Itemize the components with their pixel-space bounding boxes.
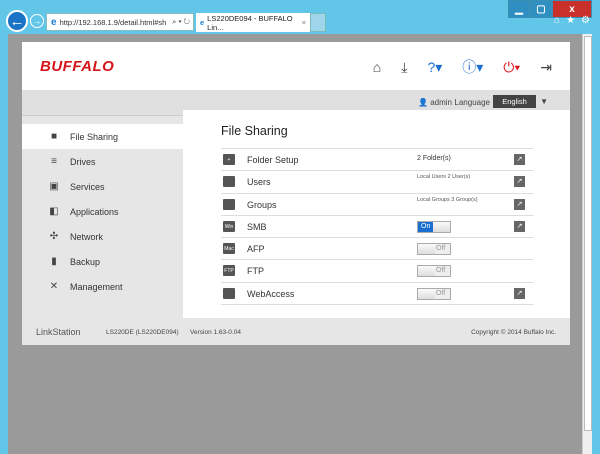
viewport: BUFFALO ⌂ ⤓ ?▾ ⓘ▾ ⏻▾ ⇥ 👤 admin Language …: [8, 34, 592, 454]
webaccess-toggle[interactable]: Off: [417, 287, 451, 300]
language-select[interactable]: English: [493, 95, 536, 108]
row-groups[interactable]: Groups Local Groups 3 Group(s) ↗: [221, 194, 533, 216]
network-icon: ✣: [49, 231, 59, 242]
ftp-folder-icon: FTP: [223, 265, 235, 277]
forward-button[interactable]: →: [30, 14, 44, 28]
user-folder-icon: [223, 176, 235, 188]
sidebar-item-management[interactable]: ✕ Management: [22, 274, 183, 299]
backup-icon: ▮: [51, 256, 57, 267]
sidebar-item-backup[interactable]: ▮ Backup: [22, 249, 183, 274]
logout-icon[interactable]: ⇥: [540, 59, 552, 76]
close-tab-icon[interactable]: ×: [302, 18, 306, 27]
nas-admin-page: BUFFALO ⌂ ⤓ ?▾ ⓘ▾ ⏻▾ ⇥ 👤 admin Language …: [22, 42, 570, 345]
sidebar: ■ File Sharing ≡ Drives ▣ Services ◧ Applica…: [22, 124, 183, 299]
ie-icon: e: [200, 18, 205, 27]
scrollbar-thumb[interactable]: [584, 36, 592, 431]
browser-tools: ⌂ ★ ⚙: [554, 15, 590, 26]
smb-toggle[interactable]: On: [417, 220, 451, 233]
chevron-down-icon[interactable]: ▼: [540, 97, 548, 106]
user-label: 👤 admin: [418, 98, 452, 107]
row-folder-setup[interactable]: + Folder Setup 2 Folder(s) ↗: [221, 149, 533, 172]
gear-icon[interactable]: ⚙: [581, 15, 590, 26]
group-folder-icon: [223, 198, 235, 210]
footer: LinkStation LS220DE (LS220DE094) Version…: [22, 318, 570, 345]
new-tab-button[interactable]: [310, 13, 326, 32]
header: BUFFALO ⌂ ⤓ ?▾ ⓘ▾ ⏻▾ ⇥: [22, 42, 570, 90]
copyright: Copyright © 2014 Buffalo Inc.: [471, 329, 556, 336]
sidebar-item-services[interactable]: ▣ Services: [22, 174, 183, 199]
applications-icon: ◧: [49, 206, 59, 217]
row-webaccess[interactable]: WebAccess Off ↗: [221, 283, 533, 306]
drive-icon: ≡: [51, 156, 57, 167]
row-ftp[interactable]: FTP FTP Off: [221, 260, 533, 283]
afp-toggle[interactable]: Off: [417, 243, 451, 256]
folder-icon: ■: [50, 131, 58, 142]
search-refresh-icon[interactable]: ⌕ ▾ ↻: [172, 17, 193, 27]
power-icon[interactable]: ⏻▾: [503, 59, 520, 76]
smb-folder-icon: Win: [223, 220, 235, 232]
favorites-icon[interactable]: ★: [566, 15, 575, 26]
page-title: File Sharing: [221, 124, 288, 138]
webaccess-folder-icon: [223, 287, 235, 299]
download-icon[interactable]: ⤓: [401, 59, 407, 76]
edit-icon[interactable]: ↗: [514, 176, 525, 188]
main-content: File Sharing + Folder Setup 2 Folder(s) ↗ U…: [183, 110, 570, 318]
address-bar[interactable]: e http://192.168.1.9/detail.html#sh ⌕ ▾ ↻: [46, 13, 194, 31]
back-button[interactable]: ←: [6, 10, 28, 32]
home-icon[interactable]: ⌂: [373, 59, 381, 75]
row-smb[interactable]: Win SMB On ↗: [221, 216, 533, 239]
sidebar-item-drives[interactable]: ≡ Drives: [22, 149, 183, 174]
settings-list: + Folder Setup 2 Folder(s) ↗ Users Local Use…: [221, 148, 533, 306]
afp-folder-icon: Mac: [223, 243, 235, 255]
help-icon[interactable]: ?▾: [427, 59, 442, 76]
edit-icon[interactable]: ↗: [514, 220, 525, 232]
brand-label: LinkStation: [36, 327, 81, 337]
sidebar-item-network[interactable]: ✣ Network: [22, 224, 183, 249]
ftp-toggle[interactable]: Off: [417, 265, 451, 278]
folder-add-icon: +: [223, 154, 235, 165]
model-label: LS220DE (LS220DE094): [106, 329, 179, 336]
info-icon[interactable]: ⓘ▾: [462, 57, 483, 77]
logo: BUFFALO: [40, 58, 115, 75]
tab-title: LS220DE094 - BUFFALO Lin...: [207, 13, 293, 32]
tools-icon: ✕: [49, 281, 59, 292]
row-afp[interactable]: Mac AFP Off: [221, 238, 533, 261]
version-label: Version 1.63-0.04: [190, 329, 241, 336]
services-icon: ▣: [49, 181, 59, 192]
minimize-button[interactable]: ▁: [508, 0, 530, 18]
maximize-button[interactable]: ▢: [530, 0, 552, 18]
url-text: http://192.168.1.9/detail.html#sh: [59, 17, 167, 27]
scrollbar[interactable]: [582, 34, 592, 454]
browser-tab[interactable]: e LS220DE094 - BUFFALO Lin... ×: [196, 13, 310, 32]
sidebar-item-file-sharing[interactable]: ■ File Sharing: [22, 124, 183, 149]
ie-icon: e: [51, 16, 57, 28]
row-users[interactable]: Users Local Users 2 User(s) ↗: [221, 171, 533, 194]
edit-icon[interactable]: ↗: [514, 198, 525, 210]
edit-icon[interactable]: ↗: [514, 287, 525, 299]
edit-icon[interactable]: ↗: [514, 154, 525, 165]
sidebar-item-applications[interactable]: ◧ Applications: [22, 199, 183, 224]
home-icon[interactable]: ⌂: [554, 15, 560, 26]
language-label: Language: [454, 98, 490, 107]
